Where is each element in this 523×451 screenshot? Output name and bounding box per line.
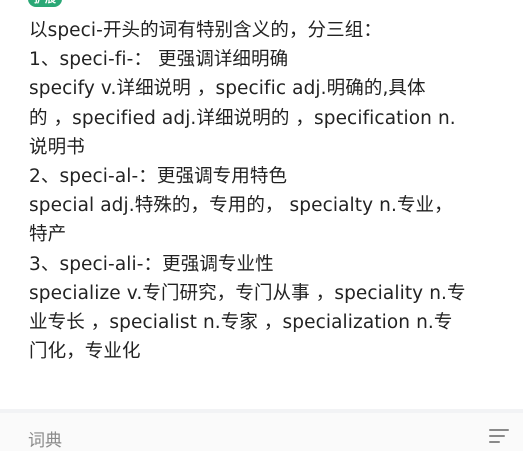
content-line: 的 ，specified adj.详细说明的 ，specification n. — [29, 107, 456, 129]
content-line: 说明书 — [29, 136, 85, 158]
menu-lines-icon[interactable] — [489, 428, 509, 444]
content-line: 特产 — [29, 224, 67, 246]
dictionary-bar[interactable]: 词典 — [0, 413, 523, 451]
content-line: 业专长 ，specialist n.专家 ，specialization n.专 — [29, 312, 453, 334]
definition-content: 以speci-开头的词有特别含义的，分三组： 1、speci-fi-： 更强调详… — [29, 16, 515, 366]
content-line: specify v.详细说明 ，specific adj.明确的,具体 — [29, 78, 426, 100]
content-line: 门化，专业化 — [29, 341, 141, 363]
content-line: 3、speci-ali-：更强调专业性 — [29, 253, 274, 275]
content-line: specialize v.专门研究，专门从事 ，speciality n.专 — [29, 282, 466, 304]
content-line: 2、speci-al-：更强调专用特色 — [29, 166, 288, 188]
dictionary-label: 词典 — [28, 431, 62, 451]
content-line: 1、speci-fi-： 更强调详细明确 — [29, 49, 289, 71]
extension-badge: 扩展 — [28, 0, 62, 7]
content-line: 以speci-开头的词有特别含义的，分三组： — [29, 20, 382, 41]
content-line: special adj.特殊的，专用的， specialty n.专业， — [29, 195, 453, 217]
